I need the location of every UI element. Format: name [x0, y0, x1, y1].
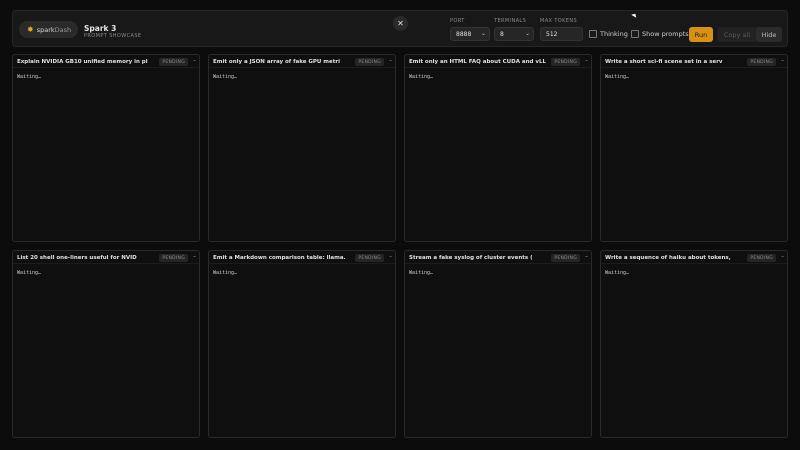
port-select[interactable]: 8888 ⌄ [450, 27, 490, 41]
panel-output: Waiting… [409, 270, 434, 276]
status-badge: PENDING [551, 254, 580, 262]
status-badge: PENDING [159, 254, 188, 262]
panel-output: Waiting… [213, 270, 238, 276]
brand-logo[interactable]: ✸ spark Dash [19, 21, 78, 38]
brand-name-prefix: spark [36, 25, 55, 34]
app-window: ✸ spark Dash Spark 3 PROMPT SHOWCASE ✕ PO… [0, 0, 800, 450]
panel-output: Waiting… [605, 270, 630, 276]
panel-header: Write a sequence of haiku about tokens, … [601, 251, 787, 264]
panel-title: Write a short sci-fi scene set in a serv [605, 59, 723, 65]
terminals-select[interactable]: 8 ⌄ [494, 27, 534, 41]
panel-header: Emit only an HTML FAQ about CUDA and vLL… [405, 55, 591, 68]
chevron-down-icon: ⌄ [524, 30, 530, 37]
status-badge: PENDING [747, 58, 776, 66]
terminal-panel[interactable]: Emit a Markdown comparison table: llama.… [208, 250, 396, 438]
panel-header: Stream a fake syslog of cluster events (… [405, 251, 591, 264]
terminal-panel[interactable]: Stream a fake syslog of cluster events (… [404, 250, 592, 438]
panel-title: Emit a Markdown comparison table: llama. [213, 255, 346, 261]
terminal-panel[interactable]: Emit only an HTML FAQ about CUDA and vLL… [404, 54, 592, 242]
max-tokens-input[interactable]: 512 [540, 27, 583, 41]
panel-header: List 20 shell one-liners useful for NVID… [13, 251, 199, 264]
spark-icon: ✸ [27, 24, 34, 34]
panel-title: Emit only an HTML FAQ about CUDA and vLL [409, 59, 546, 65]
max-tokens-label: MAX TOKENS [540, 18, 578, 24]
panel-title: Stream a fake syslog of cluster events ( [409, 255, 533, 261]
port-label: PORT [450, 18, 465, 24]
minimize-icon[interactable]: – [781, 58, 784, 64]
panel-header: Explain NVIDIA GB10 unified memory in pl… [13, 55, 199, 68]
max-tokens-value: 512 [546, 30, 558, 38]
status-badge: PENDING [355, 254, 384, 262]
terminal-panel[interactable]: List 20 shell one-liners useful for NVID… [12, 250, 200, 438]
show-prompts-checkbox[interactable] [631, 30, 639, 38]
panel-header: Write a short sci-fi scene set in a serv… [601, 55, 787, 68]
panel-header: Emit a Markdown comparison table: llama.… [209, 251, 395, 264]
panel-title: List 20 shell one-liners useful for NVID [17, 255, 137, 261]
chevron-down-icon: ⌄ [480, 30, 486, 37]
top-toolbar: ✸ spark Dash Spark 3 PROMPT SHOWCASE ✕ PO… [12, 10, 788, 47]
status-badge: PENDING [551, 58, 580, 66]
panel-output: Waiting… [17, 270, 42, 276]
minimize-icon[interactable]: – [781, 254, 784, 260]
terminals-label: TERMINALS [494, 18, 527, 24]
terminal-panel[interactable]: Emit only a JSON array of fake GPU metri… [208, 54, 396, 242]
terminal-panel[interactable]: Explain NVIDIA GB10 unified memory in pl… [12, 54, 200, 242]
minimize-icon[interactable]: – [585, 58, 588, 64]
minimize-icon[interactable]: – [389, 58, 392, 64]
close-button[interactable]: ✕ [393, 16, 408, 31]
app-title: Spark 3 [84, 24, 117, 33]
status-badge: PENDING [159, 58, 188, 66]
minimize-icon[interactable]: – [193, 58, 196, 64]
panel-output: Waiting… [213, 74, 238, 80]
app-subtitle: PROMPT SHOWCASE [84, 33, 142, 39]
show-prompts-label[interactable]: Show prompts [642, 30, 689, 38]
run-button[interactable]: Run [689, 27, 713, 42]
port-value: 8888 [456, 30, 472, 38]
close-icon: ✕ [397, 18, 404, 28]
minimize-icon[interactable]: – [585, 254, 588, 260]
status-badge: PENDING [355, 58, 384, 66]
copy-all-button[interactable]: Copy all [717, 27, 757, 42]
panel-output: Waiting… [605, 74, 630, 80]
status-badge: PENDING [747, 254, 776, 262]
panel-title: Write a sequence of haiku about tokens, [605, 255, 731, 261]
hide-button[interactable]: Hide [756, 27, 782, 42]
panel-title: Explain NVIDIA GB10 unified memory in pl [17, 59, 148, 65]
panel-output: Waiting… [17, 74, 42, 80]
panel-header: Emit only a JSON array of fake GPU metri… [209, 55, 395, 68]
panel-output: Waiting… [409, 74, 434, 80]
terminals-value: 8 [500, 30, 504, 38]
terminal-panel[interactable]: Write a sequence of haiku about tokens, … [600, 250, 788, 438]
thinking-label[interactable]: Thinking [600, 30, 628, 38]
panel-title: Emit only a JSON array of fake GPU metri [213, 59, 340, 65]
brand-name-suffix: Dash [54, 25, 72, 34]
minimize-icon[interactable]: – [389, 254, 392, 260]
thinking-checkbox[interactable] [589, 30, 597, 38]
terminal-panel[interactable]: Write a short sci-fi scene set in a serv… [600, 54, 788, 242]
minimize-icon[interactable]: – [193, 254, 196, 260]
